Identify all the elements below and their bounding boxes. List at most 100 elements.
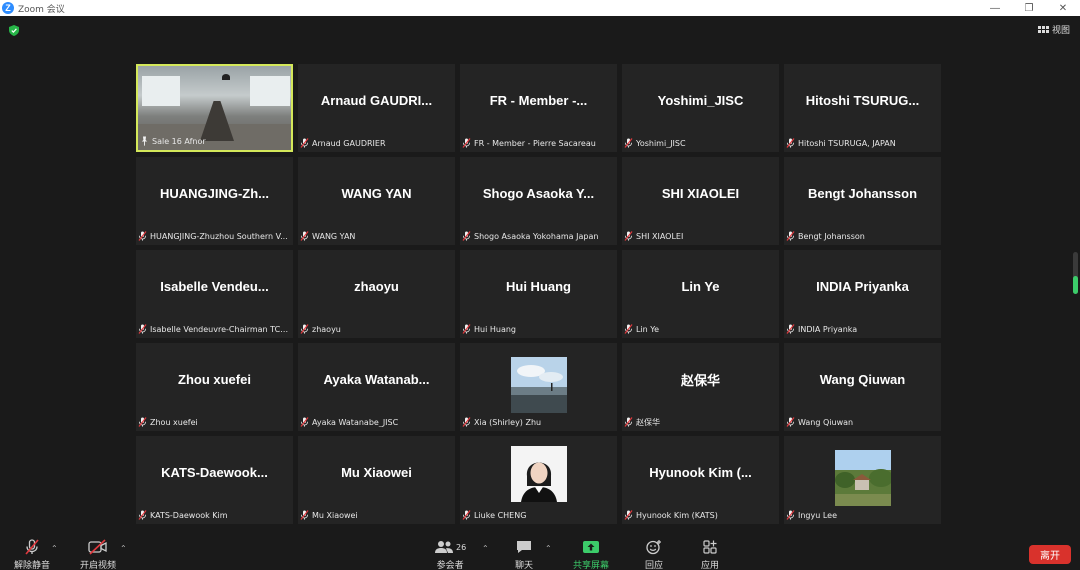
participant-name-label: FR - Member - Pierre Sacareau — [462, 137, 596, 149]
participant-tile[interactable]: Ingyu Lee — [784, 436, 941, 524]
muted-mic-icon — [624, 417, 633, 427]
participant-tile[interactable]: INDIA Priyanka INDIA Priyanka — [784, 250, 941, 338]
participant-display-name: Mu Xiaowei — [341, 464, 412, 480]
minimize-button[interactable]: — — [978, 0, 1012, 16]
muted-mic-icon — [786, 138, 795, 148]
participant-display-name: Ayaka Watanab... — [323, 371, 430, 387]
view-button[interactable]: 视图 — [1037, 23, 1070, 36]
meeting-toolbar: 解除静音 ⌃ 开启视频 ⌃ 26 参会者 ⌃ 聊天 ⌃ 共享屏幕 回应 应用 — [0, 534, 1080, 570]
muted-mic-icon — [786, 417, 795, 427]
participant-name-label: Ayaka Watanabe_JISC — [300, 416, 398, 428]
participant-tile[interactable]: Lin Ye Lin Ye — [622, 250, 779, 338]
chat-icon — [515, 538, 533, 556]
participant-tile[interactable]: FR - Member -... FR - Member - Pierre Sac… — [460, 64, 617, 152]
participant-display-name: Hyunook Kim (... — [649, 464, 752, 480]
muted-mic-icon — [462, 231, 471, 241]
participant-display-name: Hitoshi TSURUG... — [805, 92, 920, 108]
participant-tile[interactable]: Hyunook Kim (... Hyunook Kim (KATS) — [622, 436, 779, 524]
muted-mic-icon — [300, 324, 309, 334]
participant-name: Hitoshi TSURUGA, JAPAN — [798, 138, 896, 148]
participant-avatar-photo — [510, 357, 567, 413]
participant-name-label: Hui Huang — [462, 323, 516, 335]
participant-name-label: INDIA Priyanka — [786, 323, 857, 335]
participant-name: Sale 16 Afnor — [152, 136, 206, 146]
audio-options-caret[interactable]: ⌃ — [51, 544, 58, 553]
window-controls: — ❐ ✕ — [978, 0, 1080, 16]
participant-name-label: Zhou xuefei — [138, 416, 198, 428]
participant-tile[interactable]: KATS-Daewook... KATS-Daewook Kim — [136, 436, 293, 524]
gallery-page-indicator[interactable] — [1073, 252, 1078, 294]
participant-name-label: Lin Ye — [624, 323, 659, 335]
participant-tile[interactable]: Liuke CHENG — [460, 436, 617, 524]
participant-name-label: Xia (Shirley) Zhu — [462, 416, 541, 428]
share-screen-button[interactable]: 共享屏幕 — [573, 538, 609, 570]
muted-mic-icon — [300, 231, 309, 241]
participant-name: Hui Huang — [474, 324, 516, 334]
participant-display-name: Zhou xuefei — [178, 371, 251, 387]
share-screen-icon — [582, 538, 600, 556]
unmute-button[interactable]: 解除静音 — [14, 538, 50, 570]
participant-tile[interactable]: Isabelle Vendeu... Isabelle Vendeuvre-Cha… — [136, 250, 293, 338]
participant-display-name: Wang Qiuwan — [819, 371, 906, 387]
participant-name: Mu Xiaowei — [312, 510, 358, 520]
participant-display-name: zhaoyu — [354, 278, 399, 294]
participants-options-caret[interactable]: ⌃ — [482, 544, 489, 553]
participant-tile[interactable]: Xia (Shirley) Zhu — [460, 343, 617, 431]
chat-button[interactable]: 聊天 — [515, 538, 533, 570]
title-bar: Z Zoom 会议 — ❐ ✕ — [0, 0, 1080, 16]
chat-options-caret[interactable]: ⌃ — [545, 544, 552, 553]
participant-tile[interactable]: SHI XIAOLEI SHI XIAOLEI — [622, 157, 779, 245]
participant-tile[interactable]: Bengt Johansson Bengt Johansson — [784, 157, 941, 245]
unmute-label: 解除静音 — [14, 561, 51, 570]
participant-name: Arnaud GAUDRIER — [312, 138, 386, 148]
participant-tile[interactable]: Mu Xiaowei Mu Xiaowei — [298, 436, 455, 524]
video-options-caret[interactable]: ⌃ — [120, 544, 127, 553]
muted-mic-icon — [138, 417, 147, 427]
muted-mic-icon — [300, 417, 309, 427]
start-video-label: 开启视频 — [80, 561, 117, 570]
apps-button[interactable]: 应用 — [701, 538, 719, 570]
start-video-button[interactable]: 开启视频 — [80, 538, 116, 570]
participant-name-label: SHI XIAOLEI — [624, 230, 683, 242]
participant-name-label: Sale 16 Afnor — [140, 135, 206, 147]
participant-tile[interactable]: Ayaka Watanab... Ayaka Watanabe_JISC — [298, 343, 455, 431]
maximize-button[interactable]: ❐ — [1012, 0, 1046, 16]
view-button-label: 视图 — [1051, 26, 1070, 36]
participant-tile[interactable]: Yoshimi_JISC Yoshimi_JISC — [622, 64, 779, 152]
participant-tile[interactable]: WANG YAN WANG YAN — [298, 157, 455, 245]
muted-mic-icon — [462, 324, 471, 334]
participant-display-name: FR - Member -... — [489, 92, 588, 108]
participant-display-name: KATS-Daewook... — [161, 464, 268, 480]
participant-tile[interactable]: Wang Qiuwan Wang Qiuwan — [784, 343, 941, 431]
leave-meeting-button[interactable]: 离开 — [1029, 545, 1071, 564]
muted-mic-icon — [786, 231, 795, 241]
window-title: Zoom 会议 — [18, 4, 65, 15]
close-button[interactable]: ✕ — [1046, 0, 1080, 16]
muted-mic-icon — [786, 324, 795, 334]
participant-name: HUANGJING-Zhuzhou Southern V... — [150, 231, 288, 241]
participants-button[interactable]: 26 参会者 — [434, 538, 466, 570]
video-off-icon — [87, 538, 109, 556]
participant-name: Liuke CHENG — [474, 510, 527, 520]
participant-tile[interactable]: Hui Huang Hui Huang — [460, 250, 617, 338]
participant-tile[interactable]: zhaoyu zhaoyu — [298, 250, 455, 338]
participant-name: 赵保华 — [636, 417, 660, 427]
reactions-button[interactable]: 回应 — [645, 538, 663, 570]
participant-display-name: Lin Ye — [681, 278, 720, 294]
participant-tile[interactable]: Shogo Asaoka Y... Shogo Asaoka Yokohama J… — [460, 157, 617, 245]
participant-tile[interactable]: 赵保华 赵保华 — [622, 343, 779, 431]
participant-tile[interactable]: Hitoshi TSURUG... Hitoshi TSURUGA, JAPAN — [784, 64, 941, 152]
participant-name: Wang Qiuwan — [798, 417, 854, 427]
participant-name: Bengt Johansson — [798, 231, 865, 241]
participant-tile[interactable]: HUANGJING-Zh... HUANGJING-Zhuzhou Souther… — [136, 157, 293, 245]
participant-name: FR - Member - Pierre Sacareau — [474, 138, 596, 148]
participant-name: Lin Ye — [636, 324, 660, 334]
participant-tile[interactable]: Zhou xuefei Zhou xuefei — [136, 343, 293, 431]
muted-mic-icon — [462, 510, 471, 520]
participant-display-name: Shogo Asaoka Y... — [482, 185, 595, 201]
participant-name-label: Ingyu Lee — [786, 509, 837, 521]
shield-icon[interactable] — [9, 25, 19, 36]
participant-display-name: Arnaud GAUDRI... — [320, 92, 433, 108]
participant-tile[interactable]: Arnaud GAUDRI... Arnaud GAUDRIER — [298, 64, 455, 152]
participant-tile[interactable]: Sale 16 Afnor — [136, 64, 293, 152]
